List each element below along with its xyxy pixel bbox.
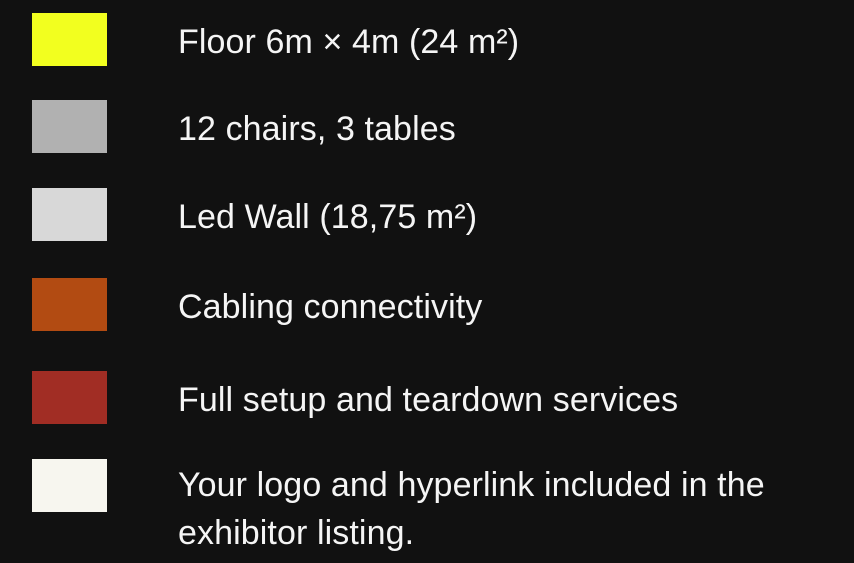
legend-item-setup: Full setup and teardown services bbox=[0, 371, 854, 431]
legend-item-led-wall: Led Wall (18,75 m²) bbox=[0, 188, 854, 248]
cabling-label: Cabling connectivity bbox=[178, 288, 483, 326]
logo-listing-label: Your logo and hyperlink included in the … bbox=[178, 466, 765, 552]
setup-label: Full setup and teardown services bbox=[178, 381, 679, 419]
cabling-color-swatch bbox=[32, 278, 107, 331]
led-wall-label: Led Wall (18,75 m²) bbox=[178, 198, 478, 236]
floor-label: Floor 6m × 4m (24 m²) bbox=[178, 23, 520, 61]
led-wall-color-swatch bbox=[32, 188, 107, 241]
legend-item-logo-listing: Your logo and hyperlink included in the … bbox=[0, 459, 854, 552]
furniture-label: 12 chairs, 3 tables bbox=[178, 110, 456, 148]
legend-item-cabling: Cabling connectivity bbox=[0, 278, 854, 338]
floor-color-swatch bbox=[32, 13, 107, 66]
legend-item-furniture: 12 chairs, 3 tables bbox=[0, 100, 854, 160]
legend-item-floor: Floor 6m × 4m (24 m²) bbox=[0, 13, 854, 73]
package-features-legend: Floor 6m × 4m (24 m²) 12 chairs, 3 table… bbox=[0, 0, 854, 563]
setup-color-swatch bbox=[32, 371, 107, 424]
furniture-color-swatch bbox=[32, 100, 107, 153]
logo-listing-color-swatch bbox=[32, 459, 107, 512]
